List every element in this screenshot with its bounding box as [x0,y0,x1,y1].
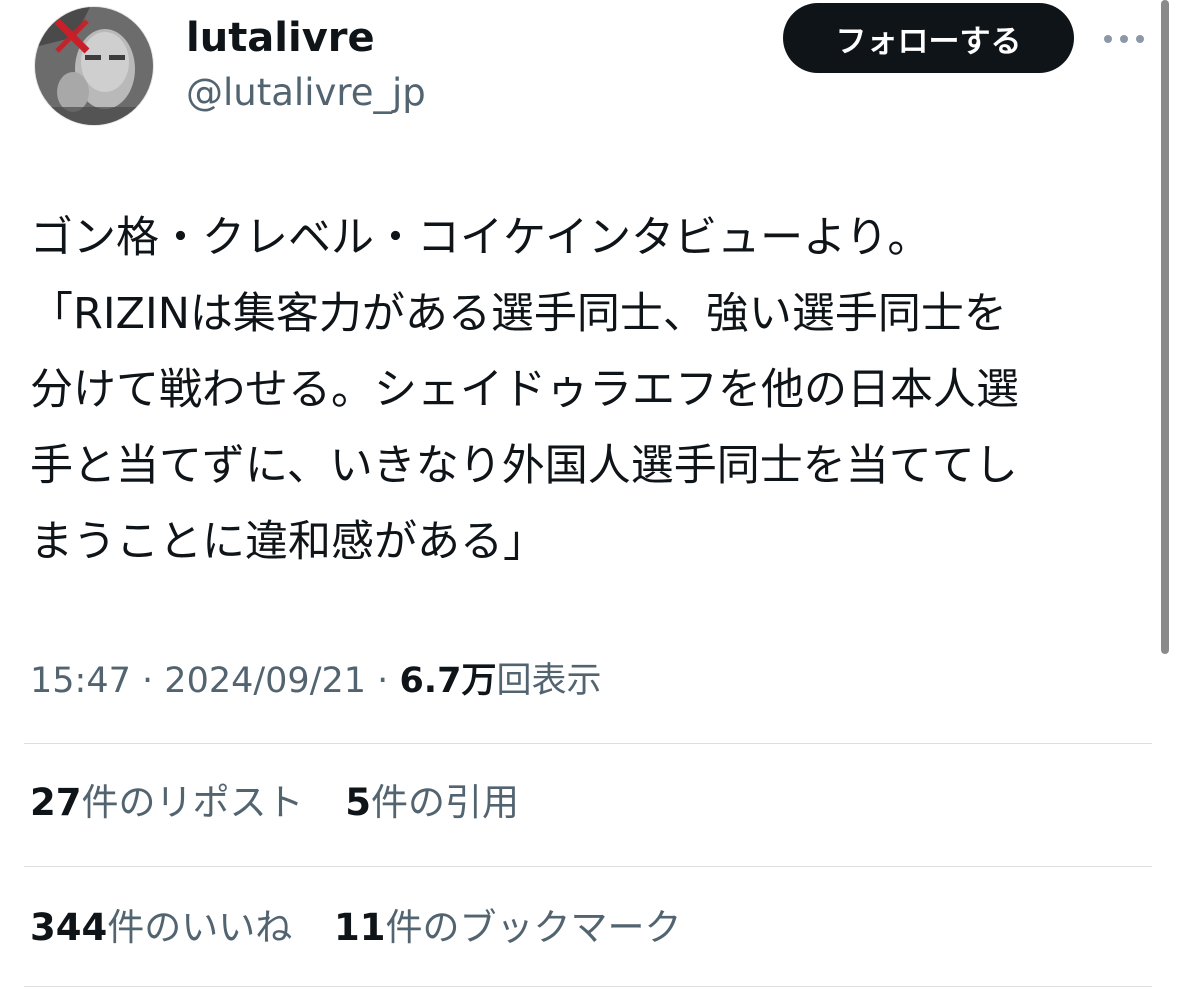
views-count: 6.7万 [399,661,497,701]
bookmarks-label: 件のブックマーク [385,906,682,949]
reposts-stat[interactable]: 27件のリポスト [30,772,304,834]
quotes-count: 5 [345,781,372,824]
avatar-image [35,7,153,125]
quotes-label: 件の引用 [371,781,520,824]
divider [24,986,1152,987]
divider [24,866,1152,867]
user-handle[interactable]: @lutalivre_jp [186,66,426,120]
quotes-stat[interactable]: 5件の引用 [345,772,519,834]
tweet-text: ゴン格・クレベル・コイケインタビューより。 「RIZINは集客力がある選手同士、… [30,200,1140,580]
divider [24,743,1152,744]
avatar[interactable] [34,6,154,126]
more-horizontal-icon[interactable] [1098,24,1150,54]
bookmarks-count: 11 [334,906,386,949]
display-name[interactable]: lutalivre [186,10,375,66]
meta-separator: · [377,661,389,701]
tweet-meta: 15:47 · 2024/09/21 · 6.7万回表示 [30,650,601,712]
follow-button[interactable]: フォローする [783,3,1074,73]
reposts-count: 27 [30,781,82,824]
views-label: 回表示 [496,661,602,701]
tweet-text-line: 分けて戦わせる。シェイドゥラエフを他の日本人選 [30,365,1019,415]
likes-count: 344 [30,906,108,949]
scrollbar[interactable] [1161,0,1169,654]
tweet-text-line: 手と当てずに、いきなり外国人選手同士を当ててし [30,441,1018,491]
reposts-label: 件のリポスト [81,781,304,824]
tweet-date[interactable]: 2024/09/21 [164,661,366,701]
stats-row-likes: 344件のいいね 11件のブックマーク [30,897,712,959]
tweet-text-line: ゴン格・クレベル・コイケインタビューより。 [30,213,931,263]
tweet-text-line: 「RIZINは集客力がある選手同士、強い選手同士を [30,289,1007,339]
tweet-time[interactable]: 15:47 [30,661,131,701]
stats-row-reposts: 27件のリポスト 5件の引用 [30,772,549,834]
bookmarks-stat[interactable]: 11件のブックマーク [334,897,682,959]
likes-stat[interactable]: 344件のいいね [30,897,292,959]
tweet-text-line: まうことに違和感がある」 [30,517,546,567]
likes-label: 件のいいね [107,906,293,949]
meta-separator: · [142,661,154,701]
